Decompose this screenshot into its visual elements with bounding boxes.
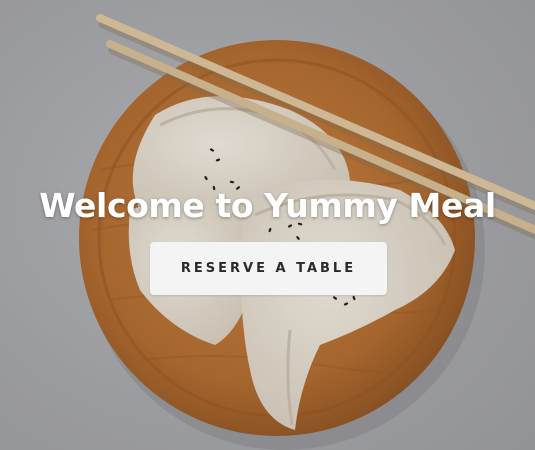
reserve-table-button[interactable]: RESERVE A TABLE	[150, 242, 387, 295]
hero-content: Welcome to Yummy Meal	[0, 184, 535, 228]
hero-section: Welcome to Yummy Meal RESERVE A TABLE	[0, 0, 535, 450]
hero-title: Welcome to Yummy Meal	[39, 186, 496, 225]
